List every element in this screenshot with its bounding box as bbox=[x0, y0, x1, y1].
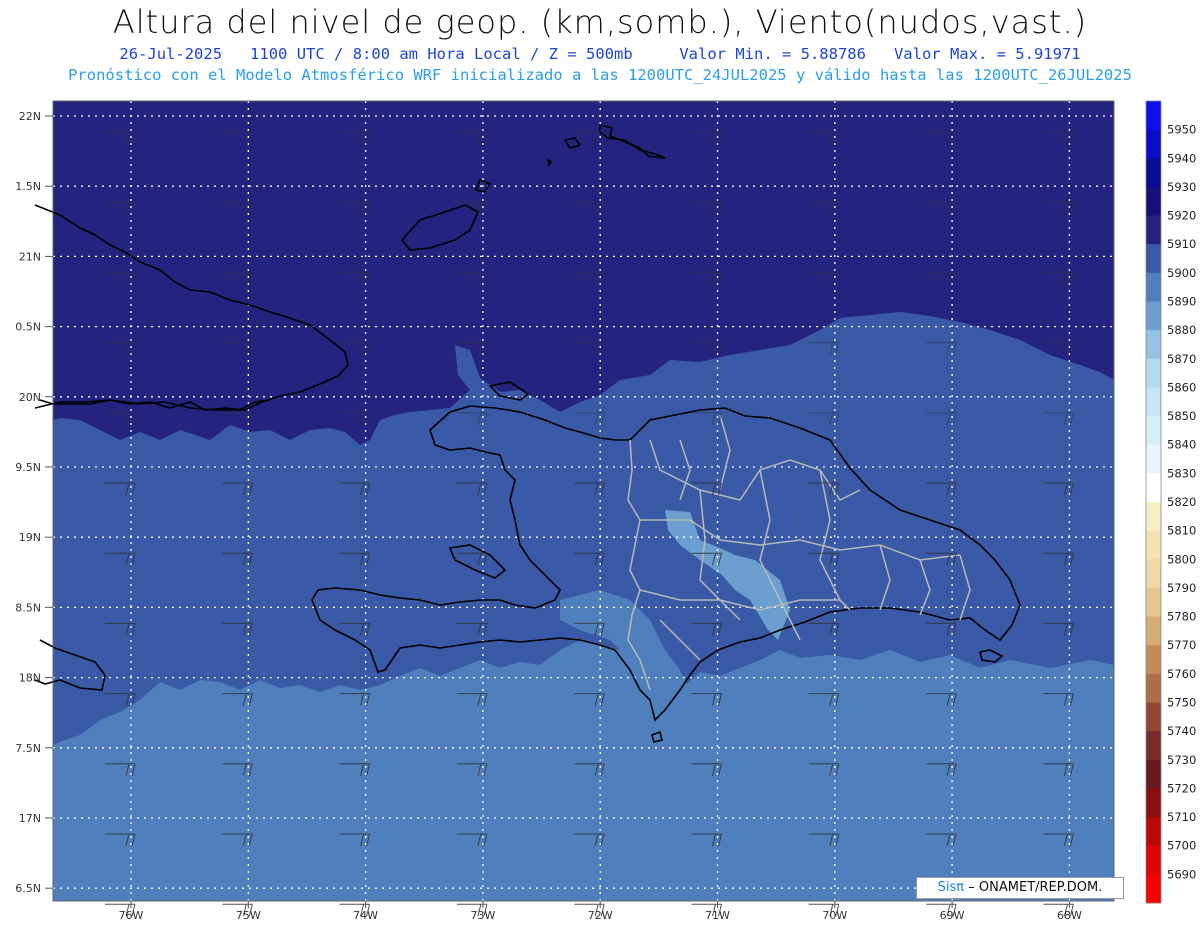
colorbar-label: 5820 bbox=[1167, 495, 1196, 509]
credit-org: – ONAMET/REP.DOM. bbox=[968, 880, 1103, 895]
colorbar-swatch bbox=[1146, 731, 1161, 761]
colorbar-swatch bbox=[1146, 530, 1161, 560]
colorbar-label: 5720 bbox=[1167, 781, 1196, 795]
colorbar-label: 5770 bbox=[1167, 638, 1196, 652]
lon-label: 74W bbox=[353, 909, 378, 922]
colorbar-label: 5880 bbox=[1167, 323, 1196, 337]
colorbar-label: 5910 bbox=[1167, 237, 1196, 251]
colorbar-swatch bbox=[1146, 129, 1161, 159]
colorbar-label: 5830 bbox=[1167, 466, 1196, 480]
colorbar-swatch bbox=[1146, 186, 1161, 217]
colorbar: 5950 5940 5930 5920 5910 5900 5890 5880 5870 5860… bbox=[1145, 100, 1196, 904]
colorbar-label: 5890 bbox=[1167, 295, 1196, 309]
colorbar-label: 5950 bbox=[1167, 123, 1196, 137]
sispi-logo: Sisπ bbox=[937, 880, 965, 895]
lat-label: 21N bbox=[19, 250, 41, 263]
lon-label: 76W bbox=[119, 909, 144, 922]
lat-label: 9.5N bbox=[15, 461, 41, 474]
geopotential-shading bbox=[53, 101, 1114, 901]
colorbar-label: 5740 bbox=[1167, 724, 1196, 738]
colorbar-label: 5750 bbox=[1167, 696, 1196, 710]
colorbar-label: 5940 bbox=[1167, 151, 1196, 165]
lon-label: 73W bbox=[470, 909, 495, 922]
lat-label: 6.5N bbox=[15, 882, 41, 895]
colorbar-swatch bbox=[1146, 559, 1161, 589]
lat-label: 18N bbox=[19, 672, 41, 685]
lat-label: 0.5N bbox=[15, 321, 41, 334]
colorbar-swatch bbox=[1146, 158, 1161, 188]
colorbar-swatch bbox=[1146, 759, 1161, 789]
colorbar-label: 5920 bbox=[1167, 209, 1196, 223]
lat-label: 8.5N bbox=[15, 601, 41, 614]
colorbar-swatch bbox=[1146, 788, 1161, 818]
colorbar-swatch bbox=[1146, 874, 1161, 904]
lat-label: 19N bbox=[19, 531, 41, 544]
colorbar-label: 5840 bbox=[1167, 438, 1196, 452]
colorbar-swatch bbox=[1146, 358, 1161, 388]
lon-label: 75W bbox=[236, 909, 261, 922]
colorbar-label: 5690 bbox=[1167, 867, 1196, 881]
lat-label: 22N bbox=[19, 110, 41, 123]
colorbar-swatch bbox=[1146, 215, 1161, 245]
colorbar-swatch bbox=[1146, 616, 1161, 646]
lat-label: 17N bbox=[19, 812, 41, 825]
colorbar-label: 5800 bbox=[1167, 552, 1196, 566]
colorbar-swatch bbox=[1146, 301, 1161, 331]
lat-label: 20N bbox=[19, 391, 41, 404]
colorbar-label: 5760 bbox=[1167, 667, 1196, 681]
lon-label: 71W bbox=[705, 909, 730, 922]
colorbar-label: 5870 bbox=[1167, 352, 1196, 366]
colorbar-swatch bbox=[1146, 244, 1161, 274]
colorbar-swatch bbox=[1146, 272, 1161, 302]
colorbar-label: 5900 bbox=[1167, 266, 1196, 280]
colorbar-label: 5810 bbox=[1167, 524, 1196, 538]
colorbar-swatch bbox=[1146, 444, 1161, 474]
colorbar-label: 5860 bbox=[1167, 380, 1196, 394]
colorbar-swatch bbox=[1146, 473, 1161, 503]
colorbar-swatch bbox=[1146, 502, 1161, 532]
colorbar-swatch bbox=[1146, 645, 1161, 675]
colorbar-swatch bbox=[1146, 416, 1161, 446]
lon-label: 72W bbox=[588, 909, 613, 922]
credit-box: Sisπ – ONAMET/REP.DOM. bbox=[916, 877, 1124, 899]
colorbar-swatch bbox=[1146, 587, 1161, 618]
lat-label: 7.5N bbox=[15, 742, 41, 755]
lon-label: 68W bbox=[1057, 909, 1082, 922]
colorbar-label: 5930 bbox=[1167, 180, 1196, 194]
lon-label: 70W bbox=[822, 909, 847, 922]
colorbar-swatch bbox=[1146, 330, 1161, 360]
colorbar-label: 5780 bbox=[1167, 610, 1196, 624]
colorbar-label: 5710 bbox=[1167, 810, 1196, 824]
colorbar-swatch bbox=[1146, 101, 1161, 131]
colorbar-swatch bbox=[1146, 387, 1161, 417]
colorbar-label: 5700 bbox=[1167, 839, 1196, 853]
latitude-axis: 22N 1.5N 21N 0.5N 20N 9.5N 19N 8.5N 18N 7.5N 17N 6.… bbox=[15, 110, 53, 895]
colorbar-label: 5850 bbox=[1167, 409, 1196, 423]
lon-label: 69W bbox=[940, 909, 965, 922]
lat-label: 1.5N bbox=[15, 180, 41, 193]
colorbar-swatch bbox=[1146, 817, 1161, 847]
colorbar-swatch bbox=[1146, 702, 1161, 732]
colorbar-label: 5730 bbox=[1167, 753, 1196, 767]
colorbar-swatch bbox=[1146, 845, 1161, 875]
colorbar-swatch bbox=[1146, 673, 1161, 703]
colorbar-label: 5790 bbox=[1167, 581, 1196, 595]
forecast-map: 22N 1.5N 21N 0.5N 20N 9.5N 19N 8.5N 18N 7.5N 17N 6.… bbox=[15, 100, 1196, 922]
